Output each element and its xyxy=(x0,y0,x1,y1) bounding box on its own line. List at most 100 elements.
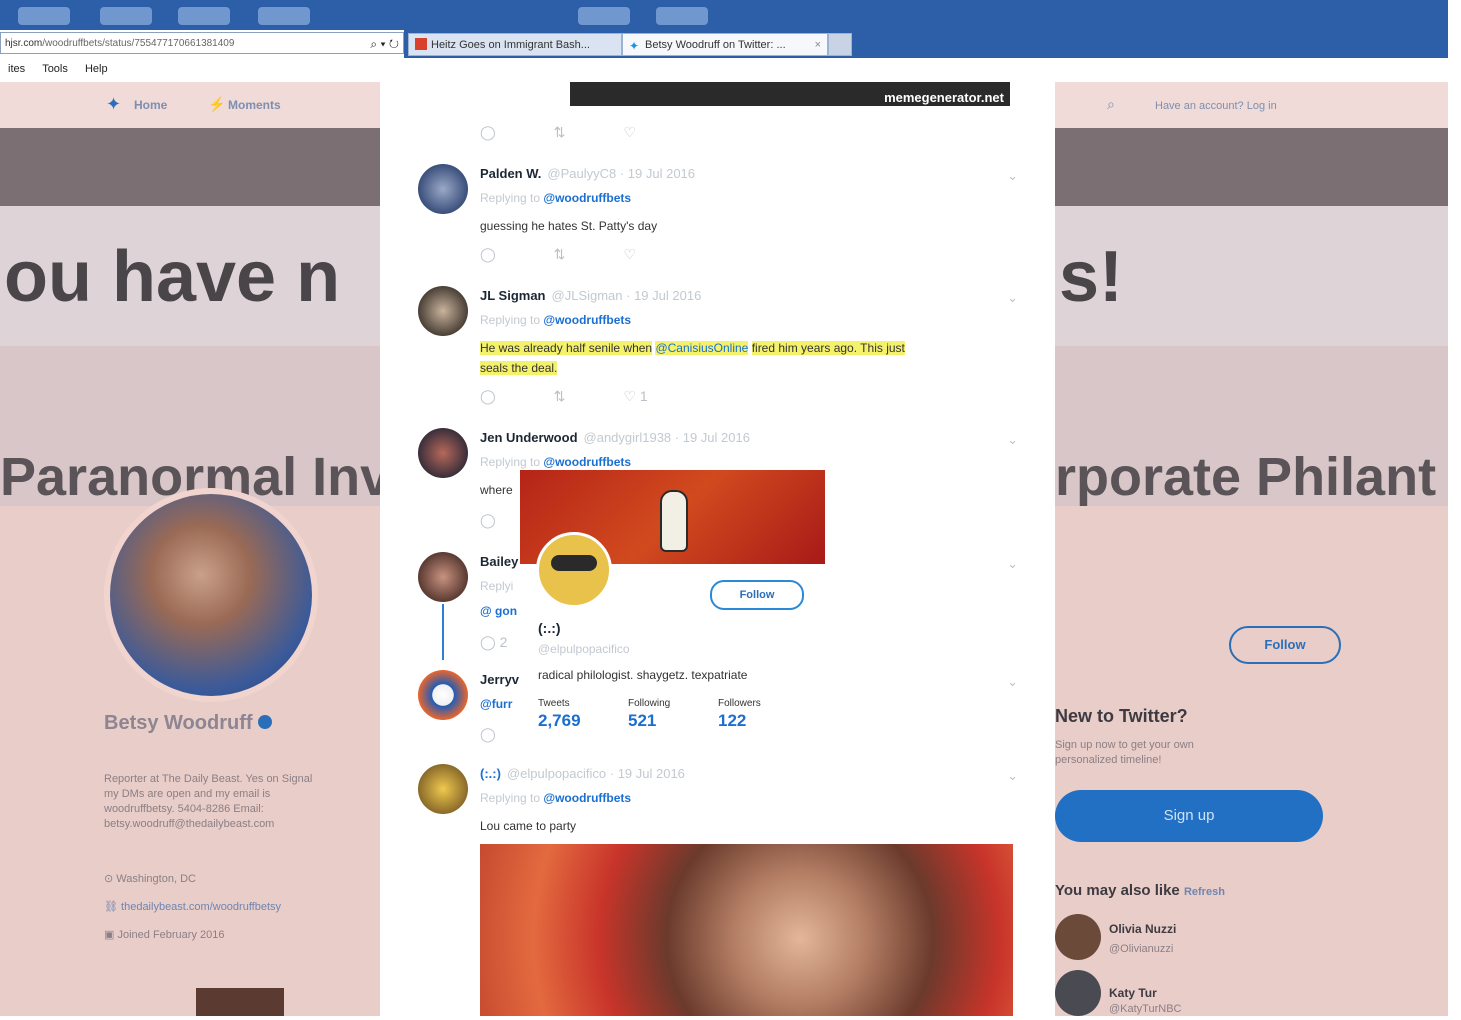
new-to-twitter-title: New to Twitter? xyxy=(1055,706,1188,726)
close-tab-icon[interactable]: × xyxy=(815,34,821,55)
tweet-meta: @andygirl1938 · 19 Jul 2016 xyxy=(583,430,750,445)
chevron-down-icon[interactable]: ⌄ xyxy=(1007,768,1018,784)
tab-betsy-twitter[interactable]: ✦ Betsy Woodruff on Twitter: ... × xyxy=(622,33,828,56)
follow-button[interactable]: Follow xyxy=(1229,626,1341,664)
tab-heitz[interactable]: Heitz Goes on Immigrant Bash... xyxy=(408,33,622,56)
mention-link[interactable]: @furr xyxy=(480,697,512,711)
refresh-link[interactable]: Refresh xyxy=(1184,886,1225,898)
like-count: 1 xyxy=(639,388,648,404)
tweet-header: (:.:) @elpulpopacifico · 19 Jul 2016 xyxy=(480,766,685,781)
suggest-name[interactable]: Olivia Nuzzi xyxy=(1109,922,1176,936)
tweet-author[interactable]: Bailey xyxy=(480,554,518,569)
joined-text: Joined February 2016 xyxy=(117,929,225,941)
avatar[interactable] xyxy=(418,164,468,214)
highlighted-text: seals the deal. xyxy=(480,361,558,375)
mention-link[interactable]: @woodruffbets xyxy=(543,313,631,327)
tweet-author[interactable]: Jerryv xyxy=(480,672,519,687)
login-prompt[interactable]: Have an account? Log in xyxy=(1155,100,1277,112)
search-icon[interactable]: ⌕ xyxy=(1107,96,1115,113)
chevron-down-icon[interactable]: ⌄ xyxy=(1007,168,1018,184)
chevron-down-icon[interactable]: ⌄ xyxy=(1007,674,1018,690)
mention-link[interactable]: @woodruffbets xyxy=(543,455,631,469)
mention-link[interactable]: @woodruffbets xyxy=(543,791,631,805)
meme-image[interactable]: memegenerator.net xyxy=(570,82,1010,106)
tweet-header: Bailey xyxy=(480,554,518,569)
reply-icon[interactable]: ◯ xyxy=(480,512,496,529)
mention-line: @furr xyxy=(480,697,512,711)
search-icon[interactable]: ⌕ xyxy=(370,37,377,51)
sign-up-button[interactable]: Sign up xyxy=(1055,790,1323,842)
avatar[interactable] xyxy=(418,552,468,602)
tweet-meta: @elpulpopacifico · 19 Jul 2016 xyxy=(506,766,685,781)
address-bar[interactable]: hjsr.com/woodruffbets/status/75547717066… xyxy=(0,32,404,54)
mention-link[interactable]: @ gon xyxy=(480,604,517,618)
retweet-icon[interactable]: ⇅ xyxy=(554,388,566,405)
nav-moments[interactable]: Moments xyxy=(228,98,281,112)
suggest-handle: @KatyTurNBC xyxy=(1109,1003,1182,1015)
tweet-header: Palden W. @PaulyyC8 · 19 Jul 2016 xyxy=(480,166,695,181)
reply-icon[interactable]: ◯ xyxy=(480,388,496,405)
avatar[interactable] xyxy=(418,286,468,336)
replying-label: Replying to xyxy=(480,791,541,805)
stat-following[interactable]: Following 521 xyxy=(628,698,670,731)
bio-line: woodruffbetsy. 5404-8286 Email: xyxy=(104,803,264,815)
suggest-avatar[interactable] xyxy=(1055,970,1101,1016)
address-path: /woodruffbets/status/755477170661381409 xyxy=(42,38,235,49)
tweet-author[interactable]: Palden W. xyxy=(480,166,541,181)
replying-to: Replying to @woodruffbets xyxy=(480,191,631,205)
replying-label: Replying to xyxy=(480,191,541,205)
hover-follow-button[interactable]: Follow xyxy=(710,580,804,610)
tweet-author[interactable]: (:.:) xyxy=(480,766,501,781)
menu-item-help[interactable]: Help xyxy=(85,63,108,75)
retweet-icon[interactable]: ⇅ xyxy=(554,124,566,141)
like-icon[interactable]: ♡ xyxy=(623,246,636,263)
refresh-icon[interactable]: ↻ xyxy=(389,37,399,51)
profile-banner-text-area-right: s! xyxy=(1055,206,1448,346)
chevron-down-icon[interactable]: ⌄ xyxy=(1007,556,1018,572)
reply-count: 2 xyxy=(499,634,508,650)
toolbar-blob xyxy=(258,7,310,25)
menu-item-favorites[interactable]: ites xyxy=(8,63,25,75)
banner-lower-right: rporate Philant xyxy=(1055,346,1448,507)
new-tab-button[interactable] xyxy=(828,33,852,56)
suggest-avatar[interactable] xyxy=(1055,914,1101,960)
hover-card-name[interactable]: (:.:) xyxy=(538,620,561,636)
banner-subline-right: rporate Philant xyxy=(1055,447,1437,507)
tweet-author[interactable]: JL Sigman xyxy=(480,288,546,303)
menu-item-tools[interactable]: Tools xyxy=(42,63,68,75)
tweet-actions: ◯ ⇅ ♡ xyxy=(480,124,694,141)
chevron-down-icon[interactable]: ⌄ xyxy=(1007,432,1018,448)
highlighted-text: He was already half senile when xyxy=(480,341,653,355)
suggest-name[interactable]: Katy Tur xyxy=(1109,986,1157,1000)
reply-icon[interactable]: ◯ xyxy=(480,124,496,141)
tweet-photo[interactable] xyxy=(480,844,1013,1016)
like-icon[interactable]: ♡ 1 xyxy=(623,388,705,405)
tab-label: Heitz Goes on Immigrant Bash... xyxy=(431,39,590,51)
profile-link[interactable]: ⛓ thedailybeast.com/woodruffbetsy xyxy=(104,900,281,915)
toolbar-blob xyxy=(18,7,70,25)
profile-avatar[interactable] xyxy=(104,488,318,702)
reply-icon[interactable]: ◯ xyxy=(480,726,496,743)
bio-line: betsy.woodruff@thedailybeast.com xyxy=(104,818,275,830)
mention-link[interactable]: @woodruffbets xyxy=(543,191,631,205)
tweet-text: guessing he hates St. Patty's day xyxy=(480,219,658,233)
stat-followers[interactable]: Followers 122 xyxy=(718,698,761,731)
home-bird-icon: ✦ xyxy=(106,94,122,114)
like-icon[interactable]: ♡ xyxy=(623,124,636,141)
tweet-author[interactable]: Jen Underwood xyxy=(480,430,578,445)
twitter-bird-icon: ✦ xyxy=(629,39,640,53)
address-icons[interactable]: ⌕ ▾ ↻ xyxy=(370,33,399,53)
bio-line: my DMs are open and my email is xyxy=(104,788,271,800)
location-text: Washington, DC xyxy=(116,873,196,885)
retweet-icon[interactable]: ⇅ xyxy=(554,246,566,263)
media-thumb[interactable] xyxy=(196,988,284,1016)
chevron-down-icon[interactable]: ⌄ xyxy=(1007,290,1018,306)
nav-home[interactable]: Home xyxy=(134,98,167,112)
avatar[interactable] xyxy=(418,428,468,478)
reply-icon[interactable]: ◯ xyxy=(480,246,496,263)
hover-card-avatar[interactable] xyxy=(536,532,612,608)
stat-tweets[interactable]: Tweets 2,769 xyxy=(538,698,581,731)
avatar[interactable] xyxy=(418,670,468,720)
mention-link[interactable]: @CanisiusOnline xyxy=(655,341,749,355)
avatar[interactable] xyxy=(418,764,468,814)
